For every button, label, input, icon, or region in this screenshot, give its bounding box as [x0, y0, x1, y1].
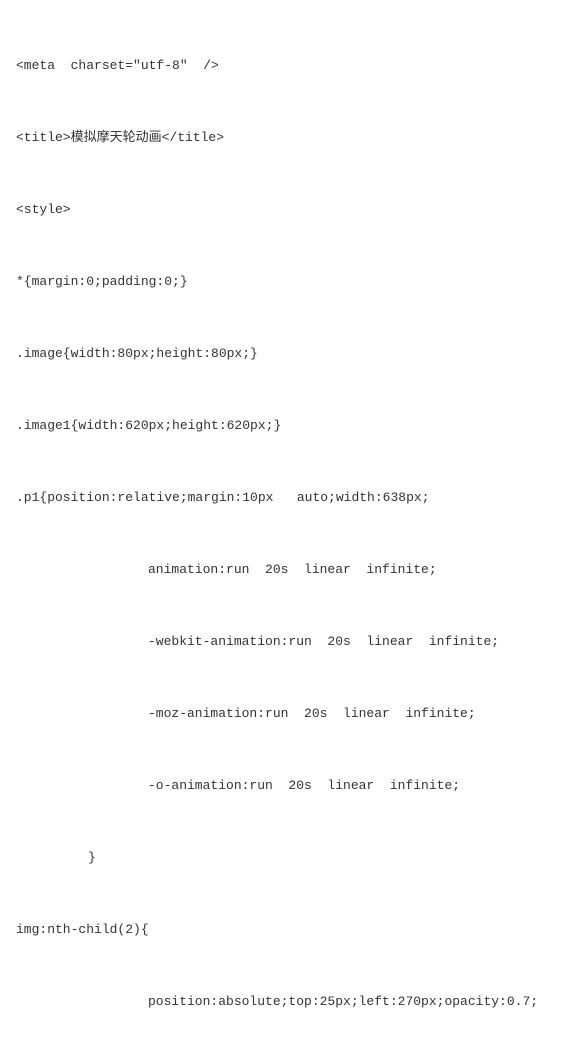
code-line: <meta charset="utf-8" />: [16, 54, 583, 78]
code-line: img:nth-child(2){: [16, 918, 583, 942]
code-line: -webkit-animation:run 20s linear infinit…: [16, 630, 583, 654]
code-line: -moz-animation:run 20s linear infinite;: [16, 702, 583, 726]
code-line: animation:run 20s linear infinite;: [16, 558, 583, 582]
code-line: *{margin:0;padding:0;}: [16, 270, 583, 294]
code-line: .image1{width:620px;height:620px;}: [16, 414, 583, 438]
code-line: <title>模拟摩天轮动画</title>: [16, 126, 583, 150]
code-line: .image{width:80px;height:80px;}: [16, 342, 583, 366]
code-line: <style>: [16, 198, 583, 222]
code-line: position:absolute;top:25px;left:270px;op…: [16, 990, 583, 1014]
code-line: -o-animation:run 20s linear infinite;: [16, 774, 583, 798]
code-block: <meta charset="utf-8" /> <title>模拟摩天轮动画<…: [16, 6, 583, 1048]
code-line: .p1{position:relative;margin:10px auto;w…: [16, 486, 583, 510]
code-line: }: [16, 846, 583, 870]
